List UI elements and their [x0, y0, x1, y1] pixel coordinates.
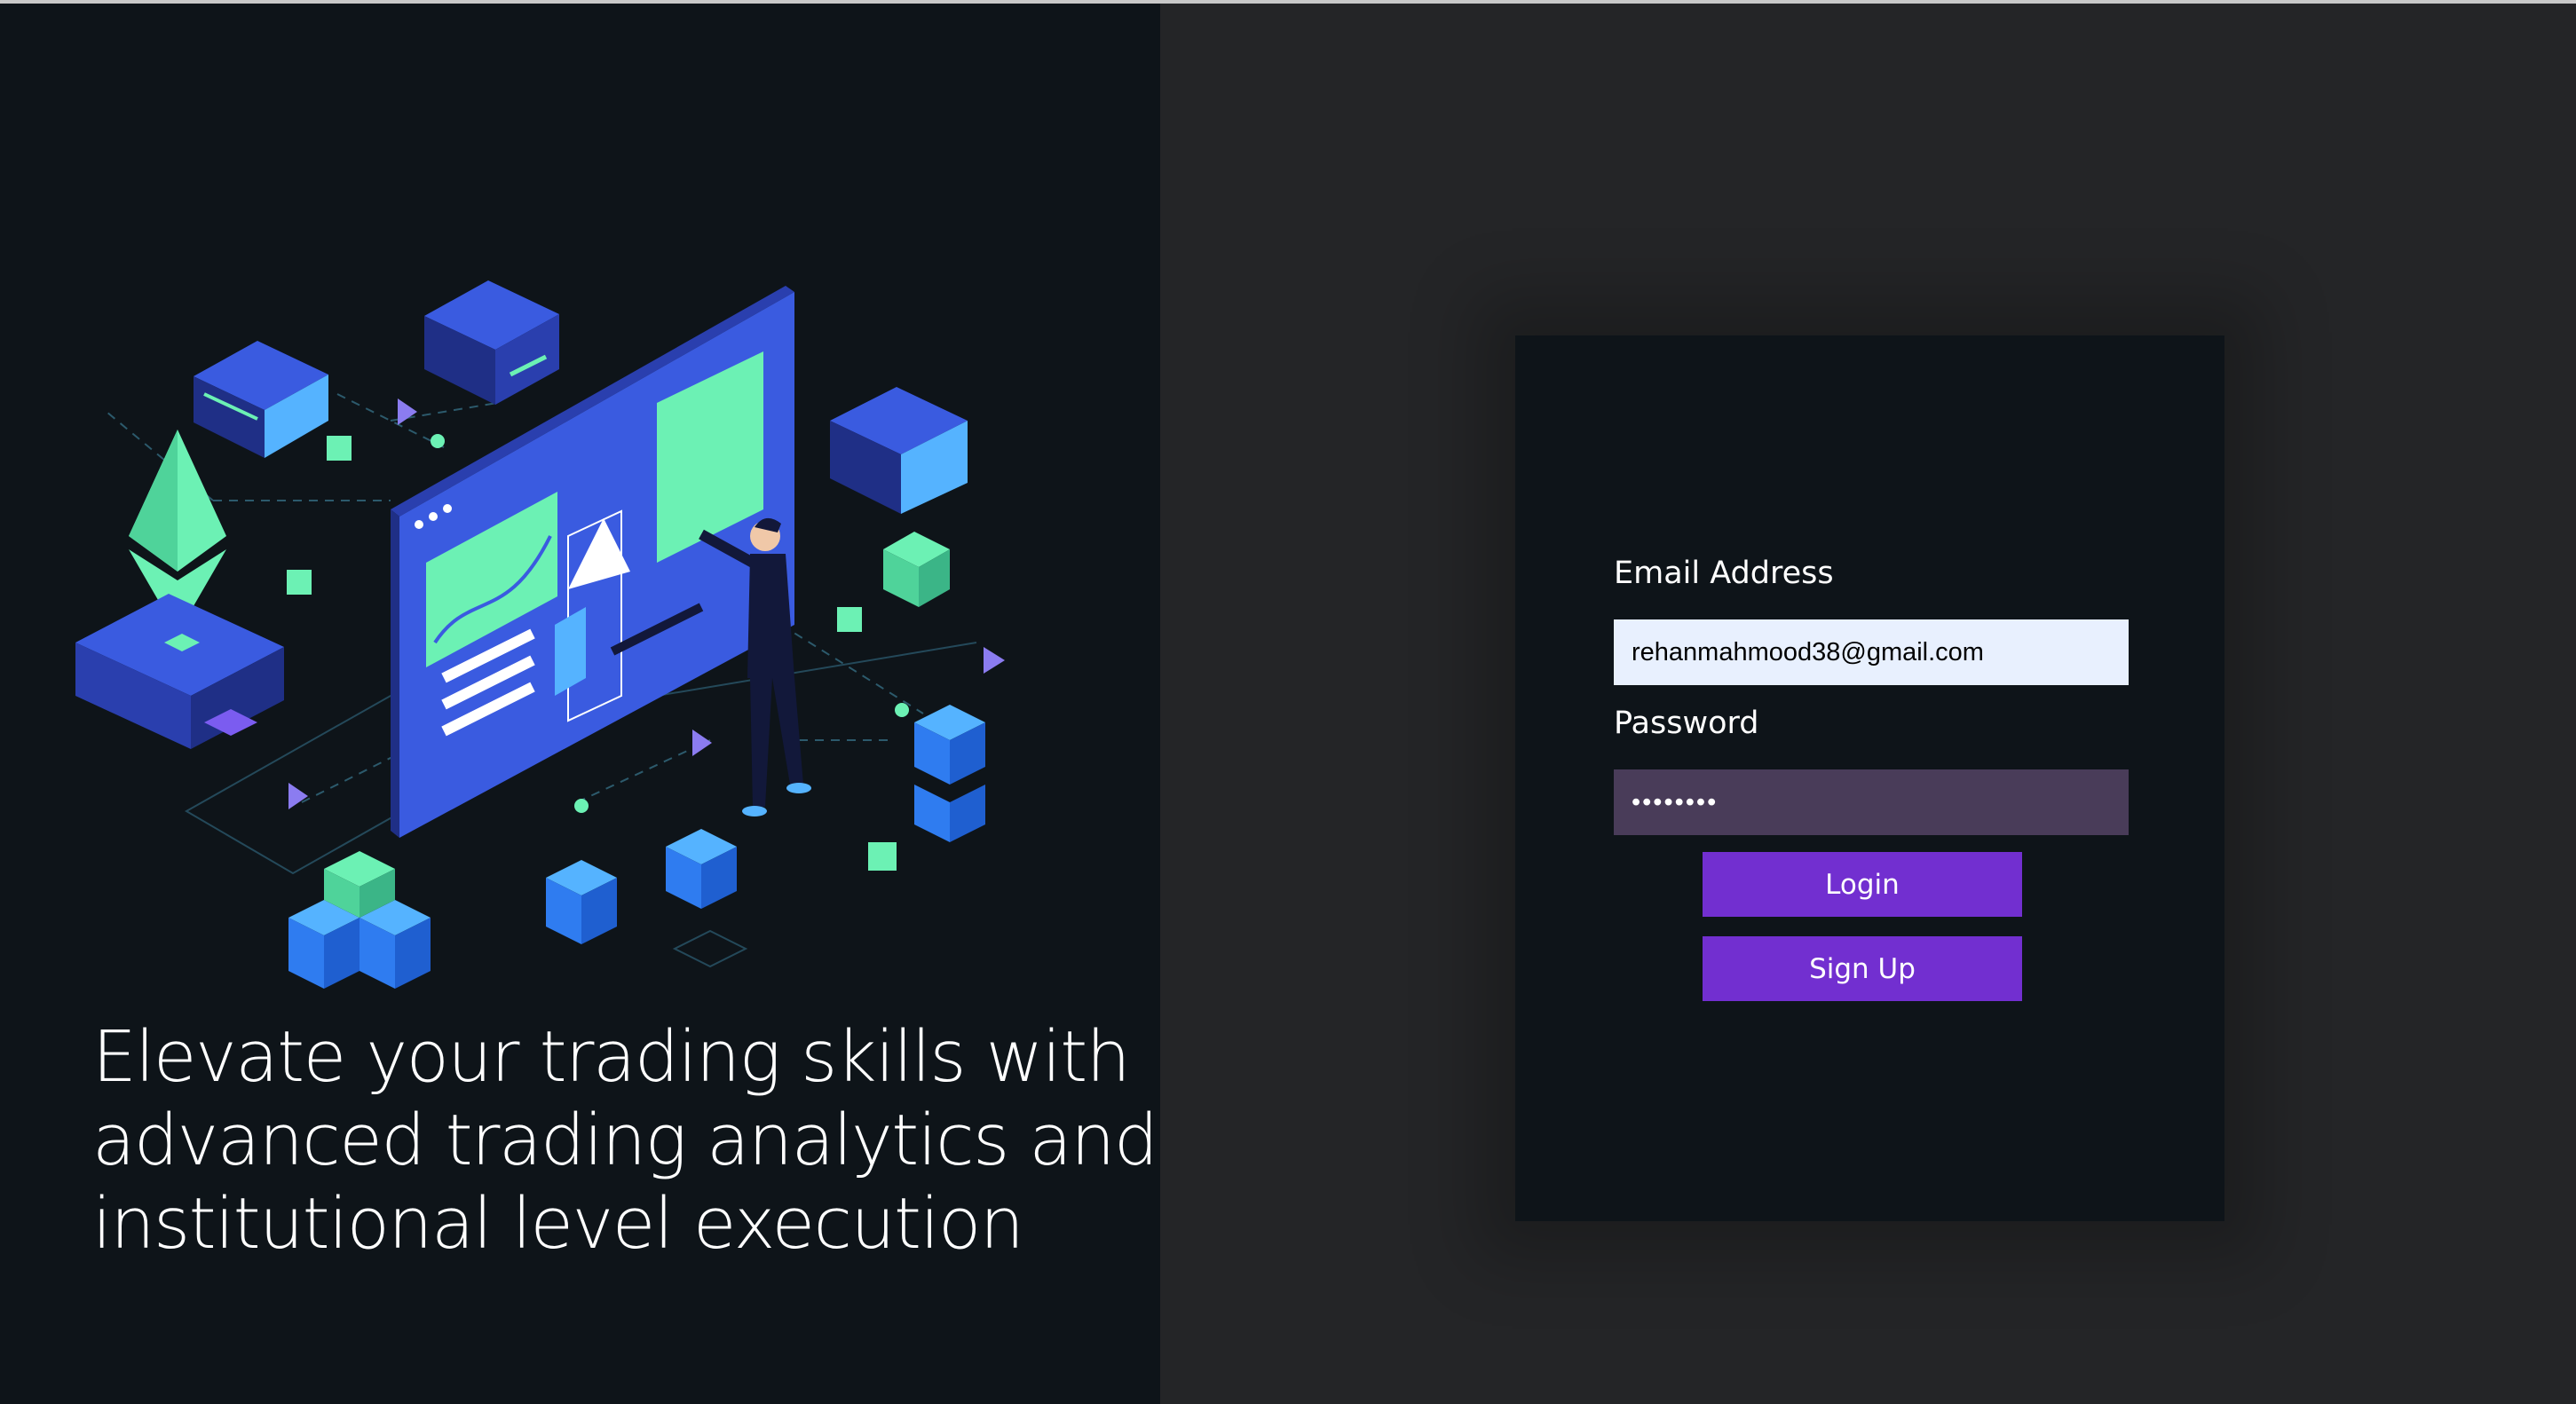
server-stack-top: [424, 280, 559, 405]
tagline-line-1: Elevate your trading skills with: [92, 1016, 1131, 1098]
server-stack-left: [194, 341, 328, 458]
login-button[interactable]: Login: [1703, 852, 2022, 917]
cube-stack-right: [914, 705, 985, 842]
login-card: Email Address Password Login Sign Up: [1515, 335, 2224, 1221]
block-base: [75, 594, 284, 749]
hero-panel: Elevate your trading skills with advance…: [0, 4, 1160, 1404]
trading-illustration: [75, 280, 1005, 989]
tagline-line-3: institutional level execution: [92, 1183, 1024, 1265]
password-field[interactable]: [1614, 769, 2129, 835]
hero-tagline: Elevate your trading skills with advance…: [92, 1015, 1158, 1266]
cube-cluster-bottom: [288, 851, 431, 989]
email-field[interactable]: [1614, 619, 2129, 685]
signup-button[interactable]: Sign Up: [1703, 936, 2022, 1001]
email-label: Email Address: [1614, 556, 1834, 591]
cube-green-right: [883, 532, 950, 607]
cube-blue-1: [546, 860, 617, 944]
password-label: Password: [1614, 706, 1759, 741]
tagline-line-2: advanced trading analytics and: [92, 1100, 1158, 1181]
server-stack-right: [830, 387, 968, 514]
cube-blue-2: [666, 829, 737, 909]
